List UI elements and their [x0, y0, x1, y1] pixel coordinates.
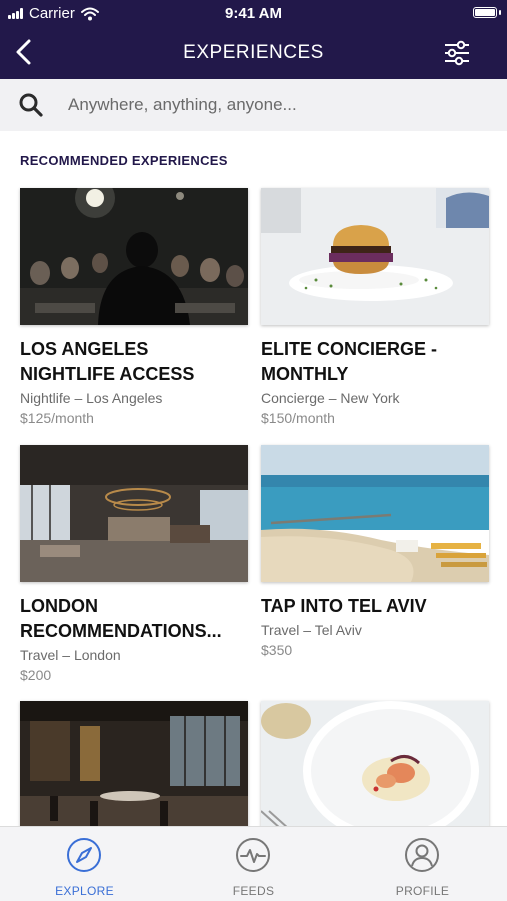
- app-header: Carrier 9:41 AM EXPERIENCES: [0, 0, 507, 79]
- tab-label: EXPLORE: [55, 884, 114, 898]
- tab-feeds[interactable]: FEEDS: [169, 827, 338, 901]
- tab-explore[interactable]: EXPLORE: [0, 827, 169, 901]
- experience-card-london[interactable]: LONDON RECOMMENDATIONS... Travel – Londo…: [20, 445, 248, 685]
- experience-card-elite-concierge[interactable]: ELITE CONCIERGE - MONTHLY Concierge – Ne…: [261, 188, 489, 428]
- tab-bar: EXPLORE FEEDS PROFILE: [0, 826, 507, 901]
- user-icon: [405, 838, 439, 872]
- search-input[interactable]: [68, 91, 488, 119]
- card-category: Nightlife – Los Angeles: [20, 390, 163, 406]
- section-title: RECOMMENDED EXPERIENCES: [20, 153, 228, 168]
- card-category: Travel – London: [20, 647, 121, 663]
- experience-card-seafood[interactable]: [261, 701, 489, 838]
- card-category: Travel – Tel Aviv: [261, 622, 362, 638]
- card-category: Concierge – New York: [261, 390, 400, 406]
- card-title: LOS ANGELES NIGHTLIFE ACCESS: [20, 339, 195, 384]
- experience-card-tel-aviv[interactable]: TAP INTO TEL AVIV Travel – Tel Aviv $350: [261, 445, 489, 660]
- experience-card-restaurant[interactable]: [20, 701, 248, 838]
- card-title: ELITE CONCIERGE - MONTHLY: [261, 339, 438, 384]
- card-image: [261, 188, 489, 325]
- card-title: TAP INTO TEL AVIV: [261, 596, 427, 616]
- card-image: [261, 445, 489, 582]
- page-title: EXPERIENCES: [183, 42, 324, 63]
- card-title: LONDON RECOMMENDATIONS...: [20, 596, 222, 641]
- card-image: [20, 445, 248, 582]
- tab-label: FEEDS: [232, 884, 275, 898]
- tab-label: PROFILE: [395, 884, 450, 898]
- card-price: $200: [20, 667, 52, 683]
- battery-tip: [499, 10, 501, 15]
- status-bar: Carrier 9:41 AM: [0, 0, 507, 28]
- tab-profile[interactable]: PROFILE: [338, 827, 507, 901]
- filter-sliders-icon[interactable]: [443, 40, 471, 66]
- clock: 9:41 AM: [225, 5, 282, 22]
- experience-card-la-nightlife[interactable]: LOS ANGELES NIGHTLIFE ACCESS Nightlife –…: [20, 188, 248, 428]
- search-bar: [0, 79, 507, 131]
- battery-icon: [473, 7, 497, 18]
- card-image: [261, 701, 489, 838]
- card-image: [20, 701, 248, 838]
- pulse-icon: [236, 838, 270, 872]
- card-image: [20, 188, 248, 325]
- compass-icon: [67, 838, 101, 872]
- card-price: $125/month: [20, 410, 94, 426]
- card-price: $350: [261, 642, 293, 658]
- search-icon: [19, 93, 43, 117]
- card-price: $150/month: [261, 410, 335, 426]
